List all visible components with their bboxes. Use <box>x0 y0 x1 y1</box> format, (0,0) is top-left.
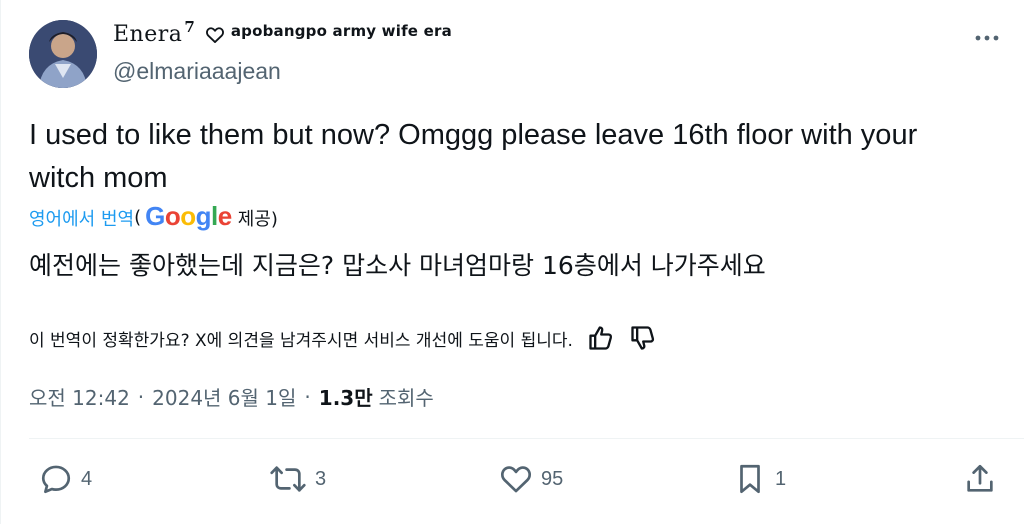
thumbs-up-icon[interactable] <box>587 324 615 352</box>
open-paren: ( <box>134 207 142 228</box>
author-handle[interactable]: @elmariaaajean <box>113 58 281 85</box>
retweet-icon <box>269 462 307 496</box>
google-letter: G <box>145 201 165 231</box>
google-wordmark: Google <box>145 201 232 231</box>
tweet-date[interactable]: 2024년 6월 1일 <box>152 382 296 411</box>
google-letter: o <box>180 201 196 231</box>
like-button[interactable]: 95 <box>499 462 563 496</box>
bookmark-count: 1 <box>775 467 787 490</box>
google-letter: g <box>195 201 212 231</box>
google-letter: e <box>217 201 232 231</box>
heart-icon <box>499 462 533 496</box>
share-button[interactable] <box>963 462 997 496</box>
tweet-metadata: 오전 12:42 · 2024년 6월 1일 · 1.3만 조회수 <box>29 382 434 411</box>
translation-attribution: 영어에서 번역 ( Google 제공) <box>29 201 278 233</box>
views-label: 조회수 <box>378 386 434 410</box>
display-name[interactable]: Enera <box>113 22 182 47</box>
more-options-icon[interactable] <box>972 28 1002 48</box>
bookmark-button[interactable]: 1 <box>733 462 786 496</box>
divider <box>29 438 1024 439</box>
views-count[interactable]: 1.3만 <box>319 382 373 411</box>
tweet-card: Enera 7 apobangpo army wife era @elmaria… <box>0 0 1024 524</box>
meta-separator: · <box>304 384 311 409</box>
like-count: 95 <box>541 467 564 490</box>
translated-from-link[interactable]: 영어에서 번역 <box>29 205 134 231</box>
retweet-count: 3 <box>315 467 327 490</box>
provider-suffix: 제공) <box>237 208 278 230</box>
reply-icon <box>39 462 73 496</box>
bookmark-icon <box>733 462 767 496</box>
author-name-row: Enera 7 apobangpo army wife era <box>113 18 452 48</box>
google-letter: l <box>211 201 218 231</box>
google-logo: Google <box>145 201 232 232</box>
user-avatar[interactable] <box>29 20 97 88</box>
heart-outline-icon <box>205 25 225 45</box>
tweet-actions: 4 3 95 1 <box>1 462 1024 506</box>
display-name-superscript: 7 <box>184 17 195 36</box>
reply-button[interactable]: 4 <box>39 462 92 496</box>
thumbs-down-icon[interactable] <box>629 324 657 352</box>
reply-count: 4 <box>81 467 93 490</box>
translated-text: 예전에는 좋아했는데 지금은? 맙소사 마녀엄마랑 16층에서 나가주세요 <box>29 251 766 280</box>
share-icon <box>963 462 997 496</box>
feedback-prompt: 이 번역이 정확한가요? X에 의견을 남겨주시면 서비스 개선에 도움이 됩니… <box>29 330 573 351</box>
tweet-text: I used to like them but now? Omggg pleas… <box>29 119 918 194</box>
tweet-time[interactable]: 오전 12:42 <box>29 382 130 411</box>
google-letter: o <box>164 201 181 231</box>
retweet-button[interactable]: 3 <box>269 462 326 496</box>
meta-separator: · <box>137 384 145 409</box>
display-name-suffix: apobangpo army wife era <box>230 21 452 40</box>
translation-feedback: 이 번역이 정확한가요? X에 의견을 남겨주시면 서비스 개선에 도움이 됩니… <box>29 324 657 352</box>
